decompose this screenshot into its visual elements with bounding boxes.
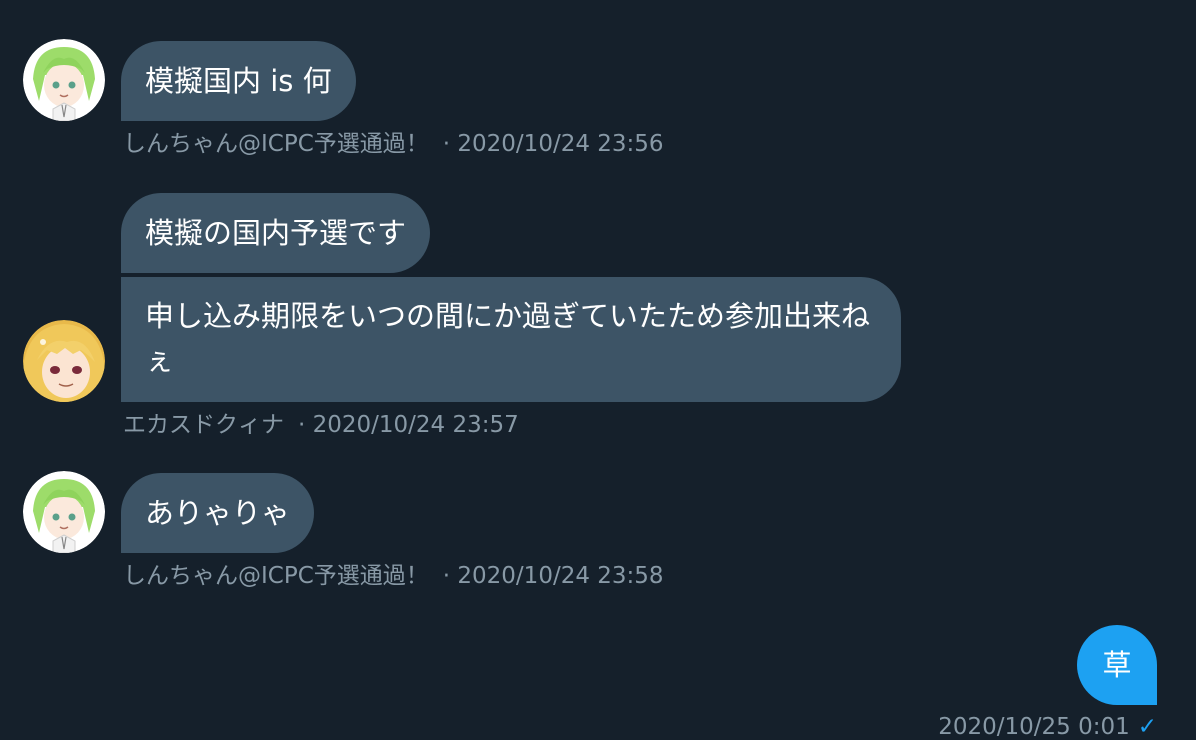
message-text: 模擬国内 is 何 xyxy=(145,64,332,98)
message-meta: エカスドクィナ · 2020/10/24 23:57 xyxy=(123,410,519,440)
avatar-shinchan-2[interactable] xyxy=(23,471,105,553)
sender-name[interactable]: しんちゃん@ICPC予選通過！ xyxy=(123,131,429,157)
message-text: ありゃりゃ xyxy=(145,496,291,530)
message-text: 申し込み期限をいつの間にか過ぎていたため参加出来ねぇ xyxy=(145,299,871,377)
message-bubble[interactable]: ありゃりゃ xyxy=(121,473,315,553)
message-bubble[interactable]: 申し込み期限をいつの間にか過ぎていたため参加出来ねぇ xyxy=(121,277,901,402)
outgoing-message-meta: 2020/10/25 0:01 ✓ xyxy=(938,712,1157,740)
timestamp: · 2020/10/24 23:56 xyxy=(442,131,664,157)
message-text: 草 xyxy=(1102,648,1132,682)
message-bubble[interactable]: 模擬国内 is 何 xyxy=(121,41,356,121)
message-meta: しんちゃん@ICPC予選通過！ · 2020/10/24 23:56 xyxy=(123,129,664,159)
message-text: 模擬の国内予選です xyxy=(145,216,407,250)
timestamp: · 2020/10/24 23:58 xyxy=(442,563,664,589)
avatar-ekasudokuina[interactable] xyxy=(23,320,105,402)
message-bubble[interactable]: 模擬の国内予選です xyxy=(121,193,431,273)
read-check-icon: ✓ xyxy=(1137,714,1157,740)
dm-conversation: 模擬国内 is 何 しんちゃん@ICPC予選通過！ · 2020/10/24 23… xyxy=(0,0,1196,740)
outgoing-message-bubble[interactable]: 草 xyxy=(1077,625,1157,705)
sender-name[interactable]: エカスドクィナ xyxy=(123,412,284,438)
avatar-shinchan-1[interactable] xyxy=(23,39,105,121)
timestamp: · 2020/10/24 23:57 xyxy=(298,412,519,438)
message-meta: しんちゃん@ICPC予選通過！ · 2020/10/24 23:58 xyxy=(123,561,664,591)
sender-name[interactable]: しんちゃん@ICPC予選通過！ xyxy=(123,563,429,589)
timestamp: 2020/10/25 0:01 xyxy=(938,714,1130,740)
